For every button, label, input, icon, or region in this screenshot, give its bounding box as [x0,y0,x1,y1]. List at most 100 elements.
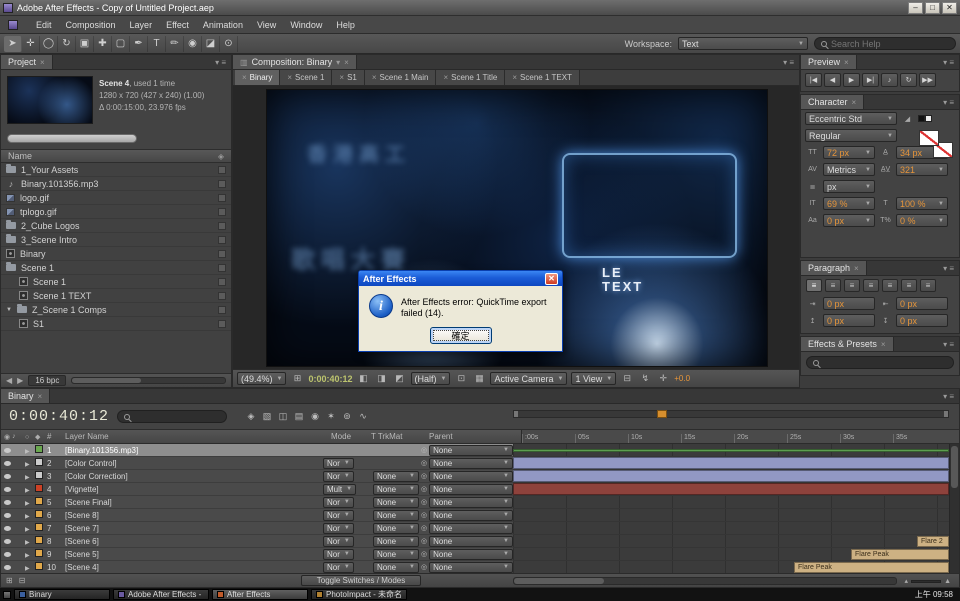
indent-right-field[interactable]: 0 px [896,297,948,310]
project-hscrollbar[interactable] [71,377,226,384]
window-titlebar[interactable]: Adobe After Effects - Copy of Untitled P… [0,0,960,16]
close-button[interactable]: ✕ [942,2,957,14]
brainstorm-icon[interactable]: ✶ [323,411,339,422]
stroke-width-field[interactable]: px▼ [823,180,875,193]
project-bpc-button[interactable]: 16 bpc [28,375,66,386]
layer-name[interactable]: [Color Control] [65,459,323,468]
space-before-field[interactable]: 0 px [823,314,875,327]
mask-shape-tool[interactable]: ▢ [112,36,130,52]
viewer-tab-close-icon[interactable]: × [339,73,344,82]
help-search-field[interactable] [814,37,956,50]
number-column-header[interactable]: # [47,432,65,441]
layer-bar[interactable] [513,470,949,482]
fill-color-swatch[interactable] [919,130,939,146]
vertical-scale-field[interactable]: 69 %▼ [823,197,875,210]
black-white-swatch[interactable] [918,115,932,122]
puppet-pin-tool[interactable]: ⊙ [220,36,238,52]
menu-help[interactable]: Help [336,20,355,30]
maximize-button[interactable]: □ [925,2,940,14]
indent-left-field[interactable]: 0 px [823,297,875,310]
parent-dropdown[interactable]: None▼ [429,510,513,521]
audio-toggle-button[interactable]: ♪ [881,73,898,87]
trkmat-dropdown[interactable]: None▼ [373,497,419,508]
fast-preview-icon[interactable]: ↯ [638,373,652,384]
layer-color-swatch[interactable] [35,445,43,453]
align-right-button[interactable]: ≡ [844,279,860,292]
trkmat-dropdown[interactable]: None▼ [373,510,419,521]
transparency-grid-icon[interactable]: ▦ [472,373,486,384]
layer-bar[interactable]: Flare Peak [794,562,949,573]
layer-name[interactable]: [Scene Final] [65,498,323,507]
viewer-tab-close-icon[interactable]: × [242,73,247,82]
effects-search-field[interactable] [806,356,954,369]
justify-last-center-button[interactable]: ≡ [882,279,898,292]
project-item[interactable]: logo.gif [1,191,231,205]
parent-dropdown[interactable]: None▼ [429,549,513,560]
layer-name[interactable]: [Scene 5] [65,550,323,559]
timeline-layer-row[interactable]: ▶ 2 [Color Control] Nor▼ ▼ ◎None▼ [1,457,513,470]
layer-color-swatch[interactable] [35,510,43,518]
eye-icon[interactable] [4,500,11,505]
expand-layers-icon[interactable]: ⊞ [6,576,13,585]
project-item[interactable]: ♪Binary.101356.mp3 [1,177,231,191]
project-item[interactable]: 1_Your Assets [1,163,231,177]
quick-launch-icon[interactable] [3,591,11,599]
tsume-field[interactable]: 0 %▼ [896,214,948,227]
scroll-right-icon[interactable]: ▶ [17,376,23,385]
viewer-tab-scene1-title[interactable]: ×Scene 1 Title [436,70,505,85]
frame-blend-icon[interactable]: ▤ [291,411,307,422]
project-item[interactable]: ▼Z_Scene 1 Comps [1,303,231,317]
tab-close-icon[interactable]: × [40,58,45,67]
panel-menu-icon[interactable]: ▾ ≡ [938,95,959,109]
layer-bar[interactable] [513,457,949,469]
name-column-header[interactable]: Name [8,151,32,161]
flowchart-icon[interactable]: ◈ [218,152,224,161]
layer-name[interactable]: [Scene 6] [65,537,323,546]
toggle-switches-modes-button[interactable]: Toggle Switches / Modes [301,575,421,586]
tab-close-icon[interactable]: × [854,264,859,273]
project-item[interactable]: S1 [1,317,231,331]
taskbar-button-binary[interactable]: Binary [14,589,110,600]
layer-bar[interactable] [513,483,949,495]
type-tool[interactable]: T [148,36,166,52]
pick-whip-icon[interactable]: ◎ [421,446,427,454]
comp-mini-flowchart-icon[interactable]: ◈ [243,411,259,422]
panel-menu-icon[interactable]: ▾ ≡ [938,337,959,351]
panel-menu-icon[interactable]: ▾ ≡ [778,55,799,69]
brush-tool[interactable]: ✏ [166,36,184,52]
expand-arrow-icon[interactable]: ▶ [25,553,30,559]
project-item[interactable]: tplogo.gif [1,205,231,219]
draft-3d-icon[interactable]: ▧ [259,411,275,422]
layer-name[interactable]: [Scene 4] [65,563,323,572]
font-size-field[interactable]: 72 px▼ [823,146,875,159]
eye-icon[interactable] [4,474,11,479]
menu-effect[interactable]: Effect [166,20,189,30]
menu-window[interactable]: Window [290,20,322,30]
eye-icon[interactable] [4,565,11,570]
trkmat-dropdown[interactable]: None▼ [373,484,419,495]
navigator-end-handle[interactable] [944,411,948,417]
parent-dropdown[interactable]: None▼ [429,471,513,482]
viewer-tab-scene1-main[interactable]: ×Scene 1 Main [365,70,437,85]
dialog-titlebar[interactable]: After Effects ✕ [359,271,562,286]
resolution-dropdown[interactable]: (Half)▼ [411,372,451,385]
scroll-left-icon[interactable]: ◀ [6,376,12,385]
current-time-display[interactable]: 0:00:40:12 [1,408,117,425]
layer-name[interactable]: [Binary.101356.mp3] [65,446,323,455]
menu-layer[interactable]: Layer [130,20,153,30]
mode-dropdown[interactable]: Nor▼ [323,497,354,508]
parent-dropdown[interactable]: None▼ [429,497,513,508]
previous-frame-button[interactable]: ◀ [824,73,841,87]
project-item[interactable]: Scene 1 TEXT [1,289,231,303]
clone-stamp-tool[interactable]: ◉ [184,36,202,52]
tab-composition-binary[interactable]: ▥ Composition: Binary ▾ × [233,55,357,69]
menu-view[interactable]: View [257,20,276,30]
dialog-close-button[interactable]: ✕ [545,273,558,285]
project-item[interactable]: 3_Scene Intro [1,233,231,247]
hand-tool[interactable]: ✛ [22,36,40,52]
viewer-tab-close-icon[interactable]: × [287,73,292,82]
layer-name[interactable]: [Color Correction] [65,472,323,481]
minimize-button[interactable]: – [908,2,923,14]
zoom-out-icon[interactable]: ▴ [905,577,909,585]
layer-bar[interactable]: Flare Peak [851,549,949,560]
